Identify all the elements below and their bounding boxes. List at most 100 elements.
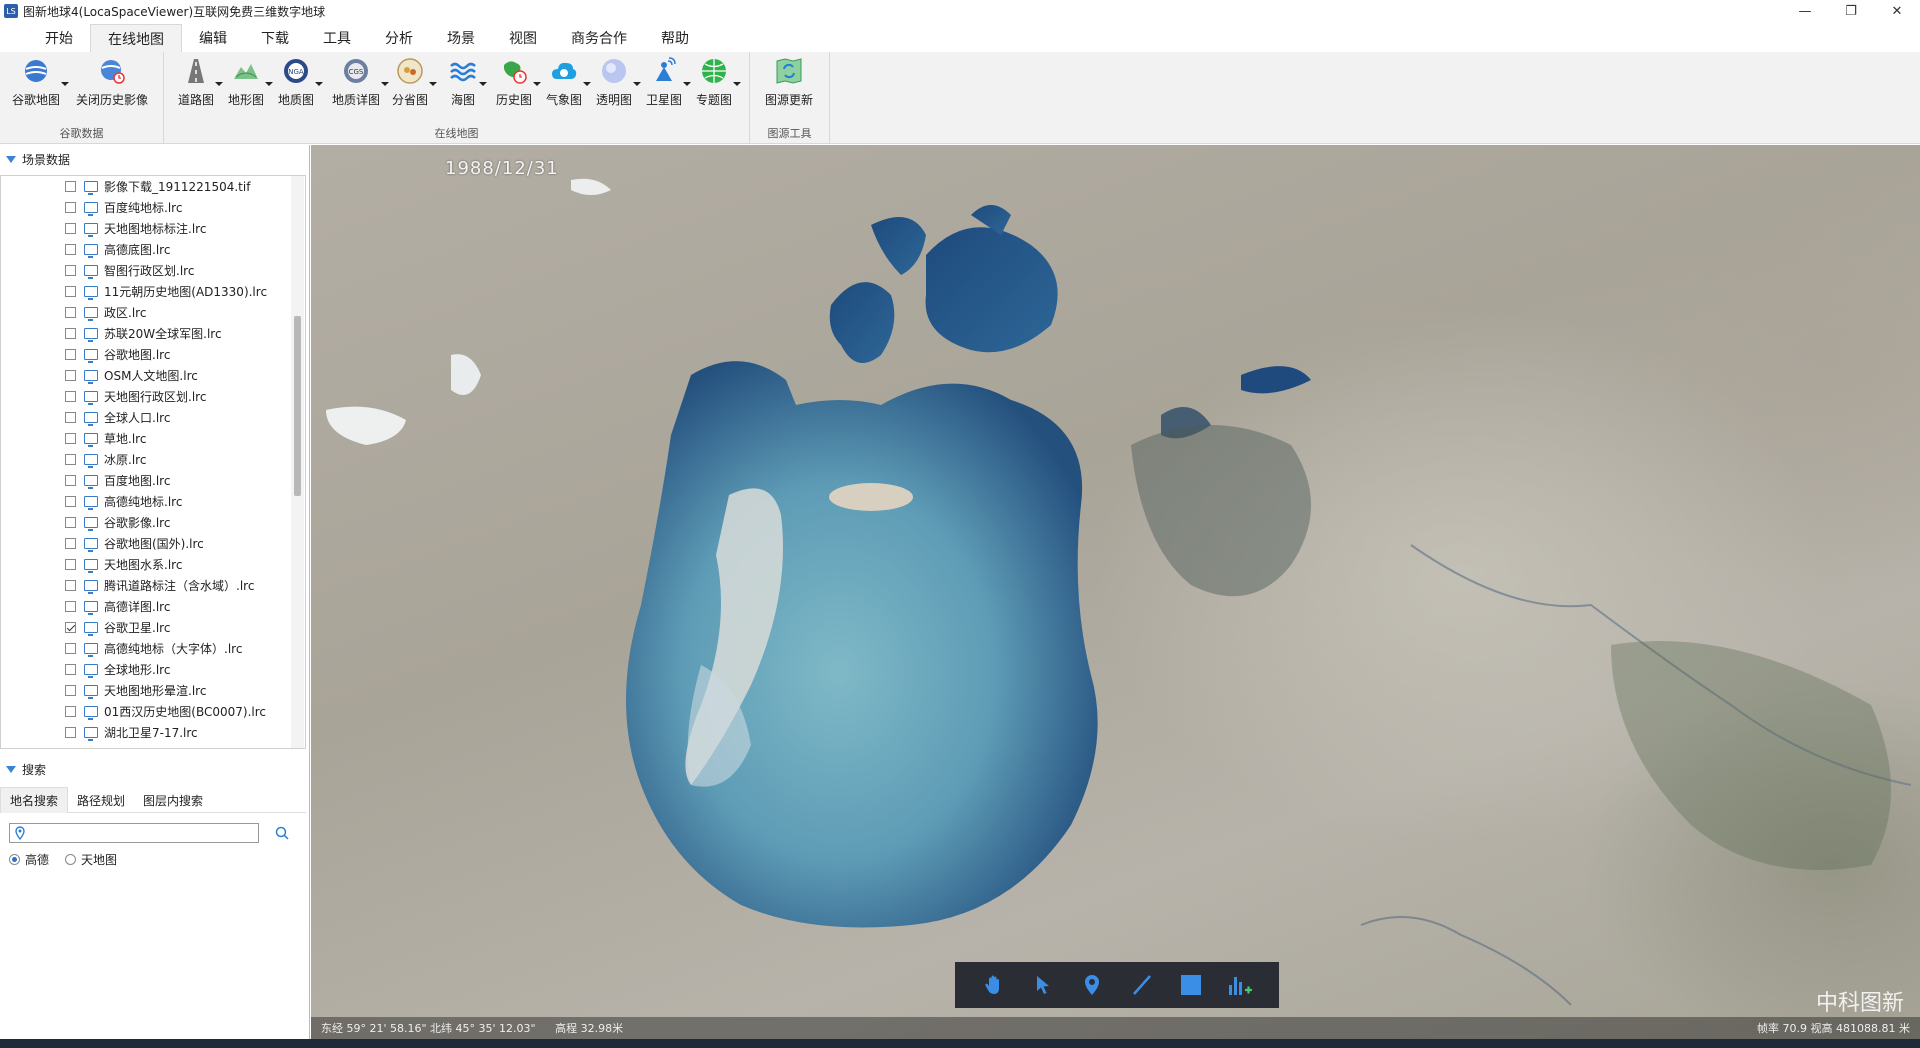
layer-checkbox[interactable] [65, 265, 76, 276]
radio-tianditu[interactable] [65, 854, 77, 865]
layer-checkbox[interactable] [65, 580, 76, 591]
layer-checkbox[interactable] [65, 307, 76, 318]
layer-checkbox[interactable] [65, 685, 76, 696]
tree-item[interactable]: 谷歌影像.lrc [1, 512, 291, 533]
menu-tab-online-map[interactable]: 在线地图 [90, 24, 182, 52]
layer-checkbox[interactable] [65, 559, 76, 570]
tree-item[interactable]: 高德底图.lrc [1, 239, 291, 260]
layer-checkbox[interactable] [65, 433, 76, 444]
geology-detail-button[interactable]: CGS 地质详图 [332, 56, 390, 108]
dropdown-arrow-icon[interactable] [479, 82, 487, 86]
tree-item[interactable]: 天地图地形晕渲.lrc [1, 680, 291, 701]
dropdown-arrow-icon[interactable] [265, 82, 274, 86]
layer-checkbox[interactable] [65, 244, 76, 255]
menu-tab-tools[interactable]: 工具 [306, 24, 368, 52]
dropdown-arrow-icon[interactable] [633, 82, 642, 86]
menu-tab-view[interactable]: 视图 [492, 24, 554, 52]
close-history-image-button[interactable]: 关闭历史影像 [76, 56, 148, 108]
search-input-box[interactable] [9, 823, 259, 843]
tree-item[interactable]: 11元朝历史地图(AD1330).lrc [1, 281, 291, 302]
layer-checkbox[interactable] [65, 349, 76, 360]
layer-checkbox[interactable] [65, 202, 76, 213]
tree-item[interactable]: 天地图水系.lrc [1, 554, 291, 575]
layer-checkbox[interactable] [65, 664, 76, 675]
tree-item[interactable]: 腾讯道路标注（含水域）.lrc [1, 575, 291, 596]
layer-checkbox[interactable] [65, 412, 76, 423]
sea-map-button[interactable]: 海图 [448, 56, 487, 108]
layer-checkbox[interactable] [65, 475, 76, 486]
layer-checkbox[interactable] [65, 517, 76, 528]
menu-tab-edit[interactable]: 编辑 [182, 24, 244, 52]
close-button[interactable]: ✕ [1874, 0, 1920, 22]
dropdown-arrow-icon[interactable] [429, 82, 438, 86]
tree-item[interactable]: 全球地形.lrc [1, 659, 291, 680]
tree-item[interactable]: 谷歌地图(国外).lrc [1, 533, 291, 554]
hand-icon[interactable] [979, 970, 1009, 1000]
layer-checkbox[interactable] [65, 328, 76, 339]
weather-map-button[interactable]: 气象图 [546, 56, 592, 108]
tree-item[interactable]: 影像下载_1911221504.tif [1, 176, 291, 197]
dropdown-arrow-icon[interactable] [533, 82, 542, 86]
layer-checkbox[interactable] [65, 727, 76, 738]
tree-item[interactable]: 智图行政区划.lrc [1, 260, 291, 281]
terrain-map-button[interactable]: 地形图 [228, 56, 274, 108]
source-update-button[interactable]: 图源更新 [765, 56, 813, 108]
layer-checkbox[interactable] [65, 643, 76, 654]
menu-tab-scene[interactable]: 场景 [430, 24, 492, 52]
dropdown-arrow-icon[interactable] [315, 82, 324, 86]
tree-item[interactable]: 政区.lrc [1, 302, 291, 323]
dropdown-arrow-icon[interactable] [733, 82, 742, 86]
map-view[interactable]: 1988/12/31 中科图新 [311, 145, 1920, 1039]
pin-icon[interactable] [1077, 970, 1107, 1000]
search-header[interactable]: 搜索 [0, 758, 310, 780]
history-map-button[interactable]: 历史图 [496, 56, 542, 108]
collapse-triangle-icon[interactable] [6, 765, 16, 773]
layer-checkbox[interactable] [65, 454, 76, 465]
menu-tab-business[interactable]: 商务合作 [554, 24, 644, 52]
layer-checkbox[interactable] [65, 286, 76, 297]
scroll-thumb[interactable] [294, 316, 301, 496]
tree-item[interactable]: 苏联20W全球军图.lrc [1, 323, 291, 344]
layer-checkbox[interactable] [65, 391, 76, 402]
satellite-map-button[interactable]: 卫星图 [646, 56, 692, 108]
province-map-button[interactable]: 分省图 [392, 56, 438, 108]
tree-item[interactable]: OSM人文地图.lrc [1, 365, 291, 386]
layer-checkbox[interactable] [65, 223, 76, 234]
pointer-icon[interactable] [1028, 970, 1058, 1000]
search-icon[interactable] [274, 825, 290, 841]
google-map-button[interactable]: 谷歌地图 [12, 56, 70, 108]
chart-add-icon[interactable] [1225, 970, 1255, 1000]
scene-data-header[interactable]: 场景数据 [0, 148, 310, 170]
menu-tab-download[interactable]: 下载 [244, 24, 306, 52]
tab-route-planning[interactable]: 路径规划 [68, 787, 134, 813]
menu-tab-analysis[interactable]: 分析 [368, 24, 430, 52]
line-icon[interactable] [1127, 970, 1157, 1000]
tree-item[interactable]: 百度地图.lrc [1, 470, 291, 491]
tree-item[interactable]: 谷歌卫星.lrc [1, 617, 291, 638]
rectangle-icon[interactable] [1176, 970, 1206, 1000]
tree-item[interactable]: 天地图行政区划.lrc [1, 386, 291, 407]
road-map-button[interactable]: 道路图 [178, 56, 224, 108]
dropdown-arrow-icon[interactable] [381, 82, 390, 86]
tree-item[interactable]: 全球人口.lrc [1, 407, 291, 428]
maximize-button[interactable]: ❐ [1828, 0, 1874, 22]
tree-item[interactable]: 百度纯地标.lrc [1, 197, 291, 218]
tree-item[interactable]: 高德详图.lrc [1, 596, 291, 617]
tree-item[interactable]: 高德纯地标.lrc [1, 491, 291, 512]
tree-item[interactable]: 草地.lrc [1, 428, 291, 449]
layer-checkbox[interactable] [65, 370, 76, 381]
tree-item[interactable]: 天地图地标标注.lrc [1, 218, 291, 239]
dropdown-arrow-icon[interactable] [61, 82, 70, 86]
menu-tab-help[interactable]: 帮助 [644, 24, 706, 52]
transparent-map-button[interactable]: 透明图 [596, 56, 642, 108]
dropdown-arrow-icon[interactable] [215, 82, 224, 86]
layer-checkbox[interactable] [65, 601, 76, 612]
tree-item[interactable]: 冰原.lrc [1, 449, 291, 470]
dropdown-arrow-icon[interactable] [683, 82, 692, 86]
menu-tab-start[interactable]: 开始 [28, 24, 90, 52]
tree-item[interactable]: 01西汉历史地图(BC0007).lrc [1, 701, 291, 722]
layer-checkbox[interactable] [65, 622, 76, 633]
radio-gaode[interactable] [9, 854, 20, 865]
collapse-triangle-icon[interactable] [6, 155, 16, 163]
layer-checkbox[interactable] [65, 706, 76, 717]
